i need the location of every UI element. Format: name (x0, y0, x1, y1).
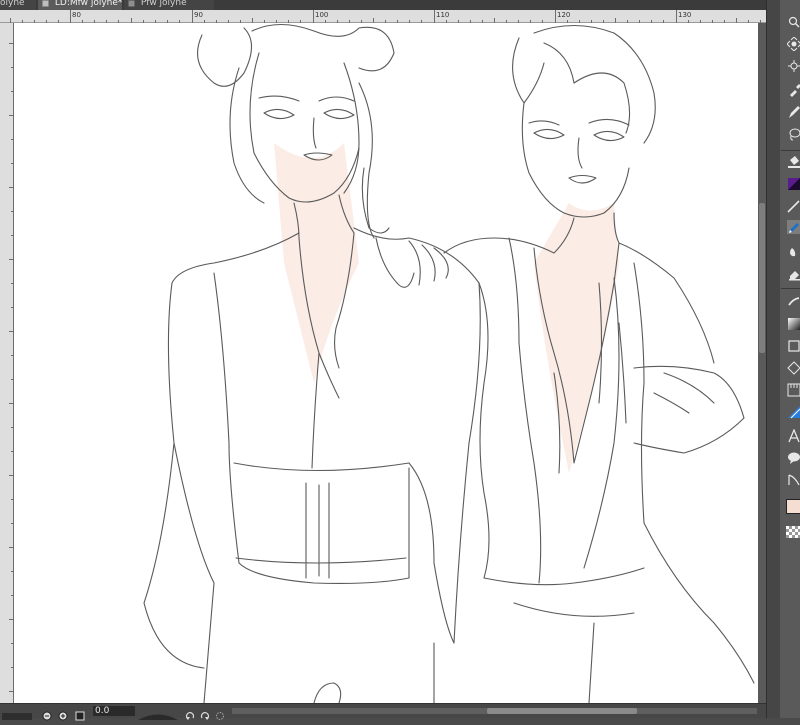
eyedropper-icon[interactable] (787, 82, 800, 97)
move-icon[interactable] (786, 36, 800, 52)
rotate-right-icon[interactable] (200, 706, 210, 720)
navigator-thumbnail-icon[interactable] (2, 706, 32, 720)
document-tab-label: Pfw jolyne (140, 0, 187, 8)
ruler-label: 110 (436, 11, 449, 19)
brush-icon[interactable] (787, 198, 800, 213)
airbrush-icon[interactable] (787, 244, 800, 258)
vertical-ruler[interactable] (0, 23, 14, 703)
blend-icon[interactable] (787, 294, 800, 308)
pen-icon[interactable] (787, 104, 800, 118)
pencil-icon[interactable] (787, 220, 800, 234)
document-tab[interactable]: olyne (0, 0, 36, 10)
status-bar: 0.0 (0, 703, 766, 721)
fill-icon[interactable] (787, 154, 800, 168)
correct-line-icon[interactable] (787, 472, 800, 486)
zoom-in-icon[interactable] (58, 706, 68, 721)
gradient-icon[interactable] (787, 316, 800, 330)
zoom-out-icon[interactable] (42, 706, 52, 721)
document-tab[interactable]: Pfw jolyne (124, 0, 214, 10)
reset-rotation-icon[interactable] (215, 706, 225, 720)
drawing-canvas[interactable] (14, 23, 758, 703)
perspective-ruler-icon[interactable] (787, 404, 800, 419)
lasso-icon[interactable] (787, 126, 800, 141)
ruler-icon[interactable] (787, 382, 800, 397)
sketch-artwork (143, 24, 755, 703)
document-tab-label: LD:Mfw jolyne* (54, 0, 122, 8)
vertical-scrollbar-thumb[interactable] (759, 203, 765, 353)
ruler-label: 100 (315, 11, 328, 19)
vertical-scrollbar[interactable] (758, 23, 766, 703)
ruler-label: 120 (557, 11, 570, 19)
balloon-icon[interactable] (787, 450, 800, 464)
panel-dock-strip (767, 0, 780, 718)
horizontal-scrollbar-thumb[interactable] (487, 708, 637, 714)
frame-icon[interactable] (787, 360, 800, 375)
document-tab-active[interactable]: LD:Mfw jolyne* (38, 0, 122, 10)
fit-view-icon[interactable] (75, 706, 85, 721)
ruler-label: 90 (194, 11, 203, 19)
operation-icon[interactable] (787, 58, 800, 72)
document-tab-label: olyne (0, 0, 25, 8)
horizontal-scrollbar[interactable] (232, 708, 757, 714)
tool-palette (766, 0, 800, 718)
transparent-color-swatch[interactable] (786, 526, 800, 538)
eraser-icon[interactable] (787, 266, 800, 281)
document-icon (128, 0, 135, 7)
color-swatch-icon[interactable] (787, 176, 800, 190)
ruler-label: 80 (72, 11, 81, 19)
horizontal-ruler[interactable]: 80 90 100 110 120 130 (0, 10, 766, 23)
angle-slider[interactable] (138, 706, 178, 720)
rotate-left-icon[interactable] (185, 706, 195, 720)
zoom-icon[interactable] (787, 14, 800, 28)
document-icon (42, 0, 49, 7)
tool-divider (781, 288, 800, 289)
ruler-ticks (9, 43, 14, 692)
main-color-swatch[interactable] (786, 499, 800, 514)
figure-icon[interactable] (787, 338, 800, 352)
rotation-angle-field[interactable]: 0.0 (93, 706, 135, 716)
ruler-ticks: 80 90 100 110 120 130 (10, 10, 761, 23)
text-icon[interactable] (787, 428, 800, 443)
ruler-label: 130 (678, 11, 691, 19)
tool-divider (781, 150, 800, 151)
document-tab-bar: olyne LD:Mfw jolyne* Pfw jolyne (0, 0, 766, 10)
